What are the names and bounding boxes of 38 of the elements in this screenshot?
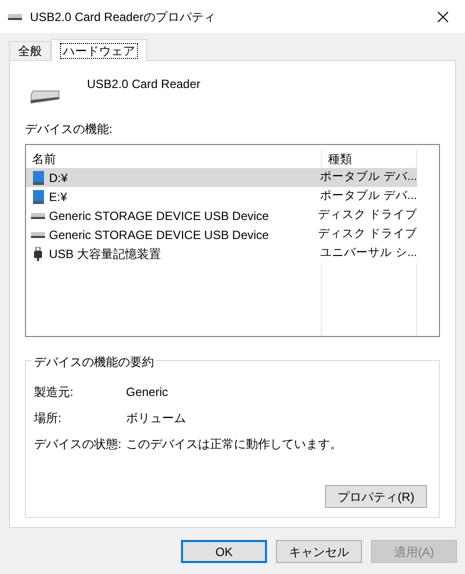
window-title: USB2.0 Card Readerのプロパティ <box>30 8 216 26</box>
device-name-cell-text: USB 大容量記憶装置 <box>49 246 162 262</box>
device-type-cell-text: ユニバーサル シ... <box>319 246 417 261</box>
device-name: USB2.0 Card Reader <box>87 76 200 93</box>
tab[interactable]: 全般 <box>9 41 51 60</box>
field-value: ボリューム <box>126 410 186 427</box>
properties-button[interactable]: プロパティ(R) <box>325 485 427 508</box>
functions-label: デバイスの機能: <box>25 121 114 138</box>
drive-icon <box>31 212 45 220</box>
dialog-button[interactable]: OK <box>181 540 267 563</box>
dialog-button[interactable]: キャンセル <box>276 540 362 563</box>
field-label: 製造元: <box>34 384 74 401</box>
list-row[interactable]: D:¥ ポータブル デバ... <box>26 168 417 187</box>
drive-icon <box>29 89 61 105</box>
group-title: デバイスの機能の要約 <box>32 353 156 371</box>
field-label: デバイスの状態: <box>34 436 122 453</box>
close-icon[interactable] <box>437 10 449 22</box>
device-type-cell-text: ディスク ドライブ <box>316 226 417 242</box>
device-type-cell-text: ディスク ドライブ <box>316 208 417 223</box>
drive-icon <box>8 12 22 20</box>
device-type-cell-text: ポータブル デバ... <box>319 188 417 204</box>
drive-icon <box>31 230 45 238</box>
field-label: 場所: <box>34 410 62 427</box>
list-row[interactable]: E:¥ ポータブル デバ... <box>26 187 417 206</box>
volume-icon <box>32 170 44 184</box>
device-name-cell-text: D:¥ <box>49 170 68 186</box>
list-row[interactable]: Generic STORAGE DEVICE USB Device ディスク ドライブ <box>26 225 417 244</box>
device-name-cell-text: E:¥ <box>49 188 68 206</box>
device-name-cell-text: Generic STORAGE DEVICE USB Device <box>49 226 269 244</box>
tab[interactable]: ハードウェア <box>51 39 147 61</box>
device-name-cell-text: Generic STORAGE DEVICE USB Device <box>49 208 269 224</box>
usb-plug-icon <box>34 246 42 260</box>
field-value: このデバイスは正常に動作しています。 <box>126 436 342 453</box>
list-row[interactable]: USB 大容量記憶装置 ユニバーサル シ... <box>26 244 417 263</box>
volume-icon <box>32 190 44 204</box>
device-type-cell-text: ポータブル デバ... <box>319 170 417 185</box>
field-value: Generic <box>126 384 168 401</box>
list-row[interactable]: Generic STORAGE DEVICE USB Device ディスク ドライブ <box>26 206 417 225</box>
